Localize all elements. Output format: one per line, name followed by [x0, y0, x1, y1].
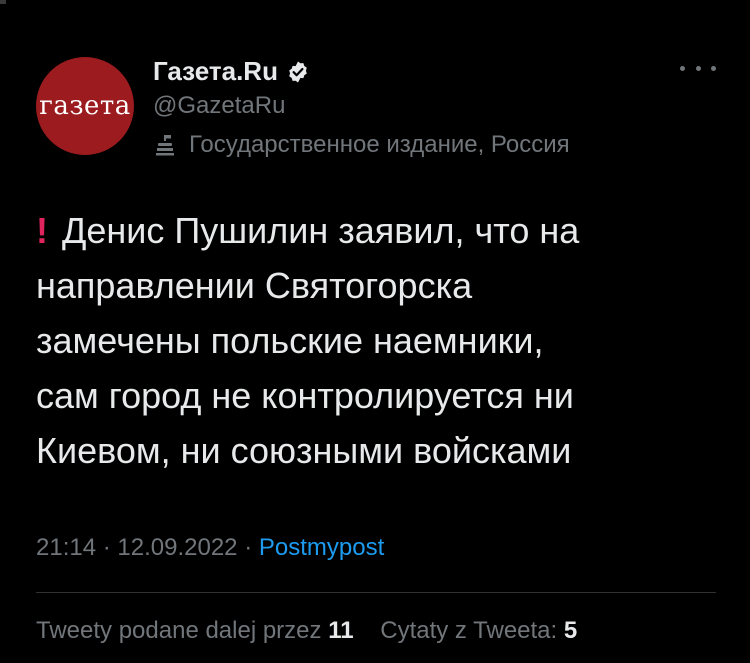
more-dot — [680, 65, 685, 71]
top-edge-fragment — [0, 0, 6, 4]
government-building-icon — [153, 133, 177, 157]
quotes-stat[interactable]: Cytaty z Tweeta: 5 — [380, 617, 577, 644]
divider — [36, 592, 716, 593]
avatar[interactable]: газета — [36, 57, 134, 155]
more-options-icon[interactable] — [680, 58, 716, 78]
more-dot — [695, 65, 701, 71]
author-display-name[interactable]: Газета.Ru — [153, 56, 278, 87]
tweet-text-line: ! Денис Пушилин заявил, что на — [36, 210, 580, 251]
meta-separator: · — [102, 534, 111, 561]
quotes-label: Cytaty z Tweeta: — [380, 617, 558, 644]
meta-separator: · — [244, 534, 253, 561]
quotes-count: 5 — [563, 617, 578, 644]
tweet-stats: Tweety podane dalej przez 11 Cytaty z Tw… — [36, 617, 577, 645]
author-affiliation: Государственное издание, Россия — [153, 131, 570, 159]
tweet-meta: 21:14 · 12.09.2022 · Postmypost — [36, 534, 384, 562]
retweets-stat[interactable]: Tweety podane dalej przez 11 — [36, 617, 354, 644]
verified-badge-icon — [286, 60, 310, 84]
avatar-logo-text: газета — [39, 91, 131, 121]
retweets-count: 11 — [328, 617, 354, 644]
tweet-date[interactable]: 12.09.2022 — [117, 534, 237, 561]
author-handle[interactable]: @GazetaRu — [153, 92, 285, 120]
red-exclamation-icon: ! — [36, 210, 48, 251]
tweet-text: ! Денис Пушилин заявил, что на направлени… — [36, 203, 736, 478]
author-name-row[interactable]: Газета.Ru — [153, 56, 310, 87]
tweet-text-line: Киевом, ни союзными войсками — [36, 430, 572, 471]
affiliation-label: Государственное издание, Россия — [189, 131, 570, 158]
retweets-label: Tweety podane dalej przez — [36, 617, 322, 644]
tweet-source-link[interactable]: Postmypost — [259, 534, 384, 561]
tweet-text-line: замечены польские наемники, — [36, 320, 544, 361]
tweet-text-line: сам город не контролируется ни — [36, 375, 574, 416]
tweet-time[interactable]: 21:14 — [36, 534, 96, 561]
more-dot — [711, 65, 716, 71]
tweet-text-line: направлении Святогорска — [36, 265, 473, 306]
